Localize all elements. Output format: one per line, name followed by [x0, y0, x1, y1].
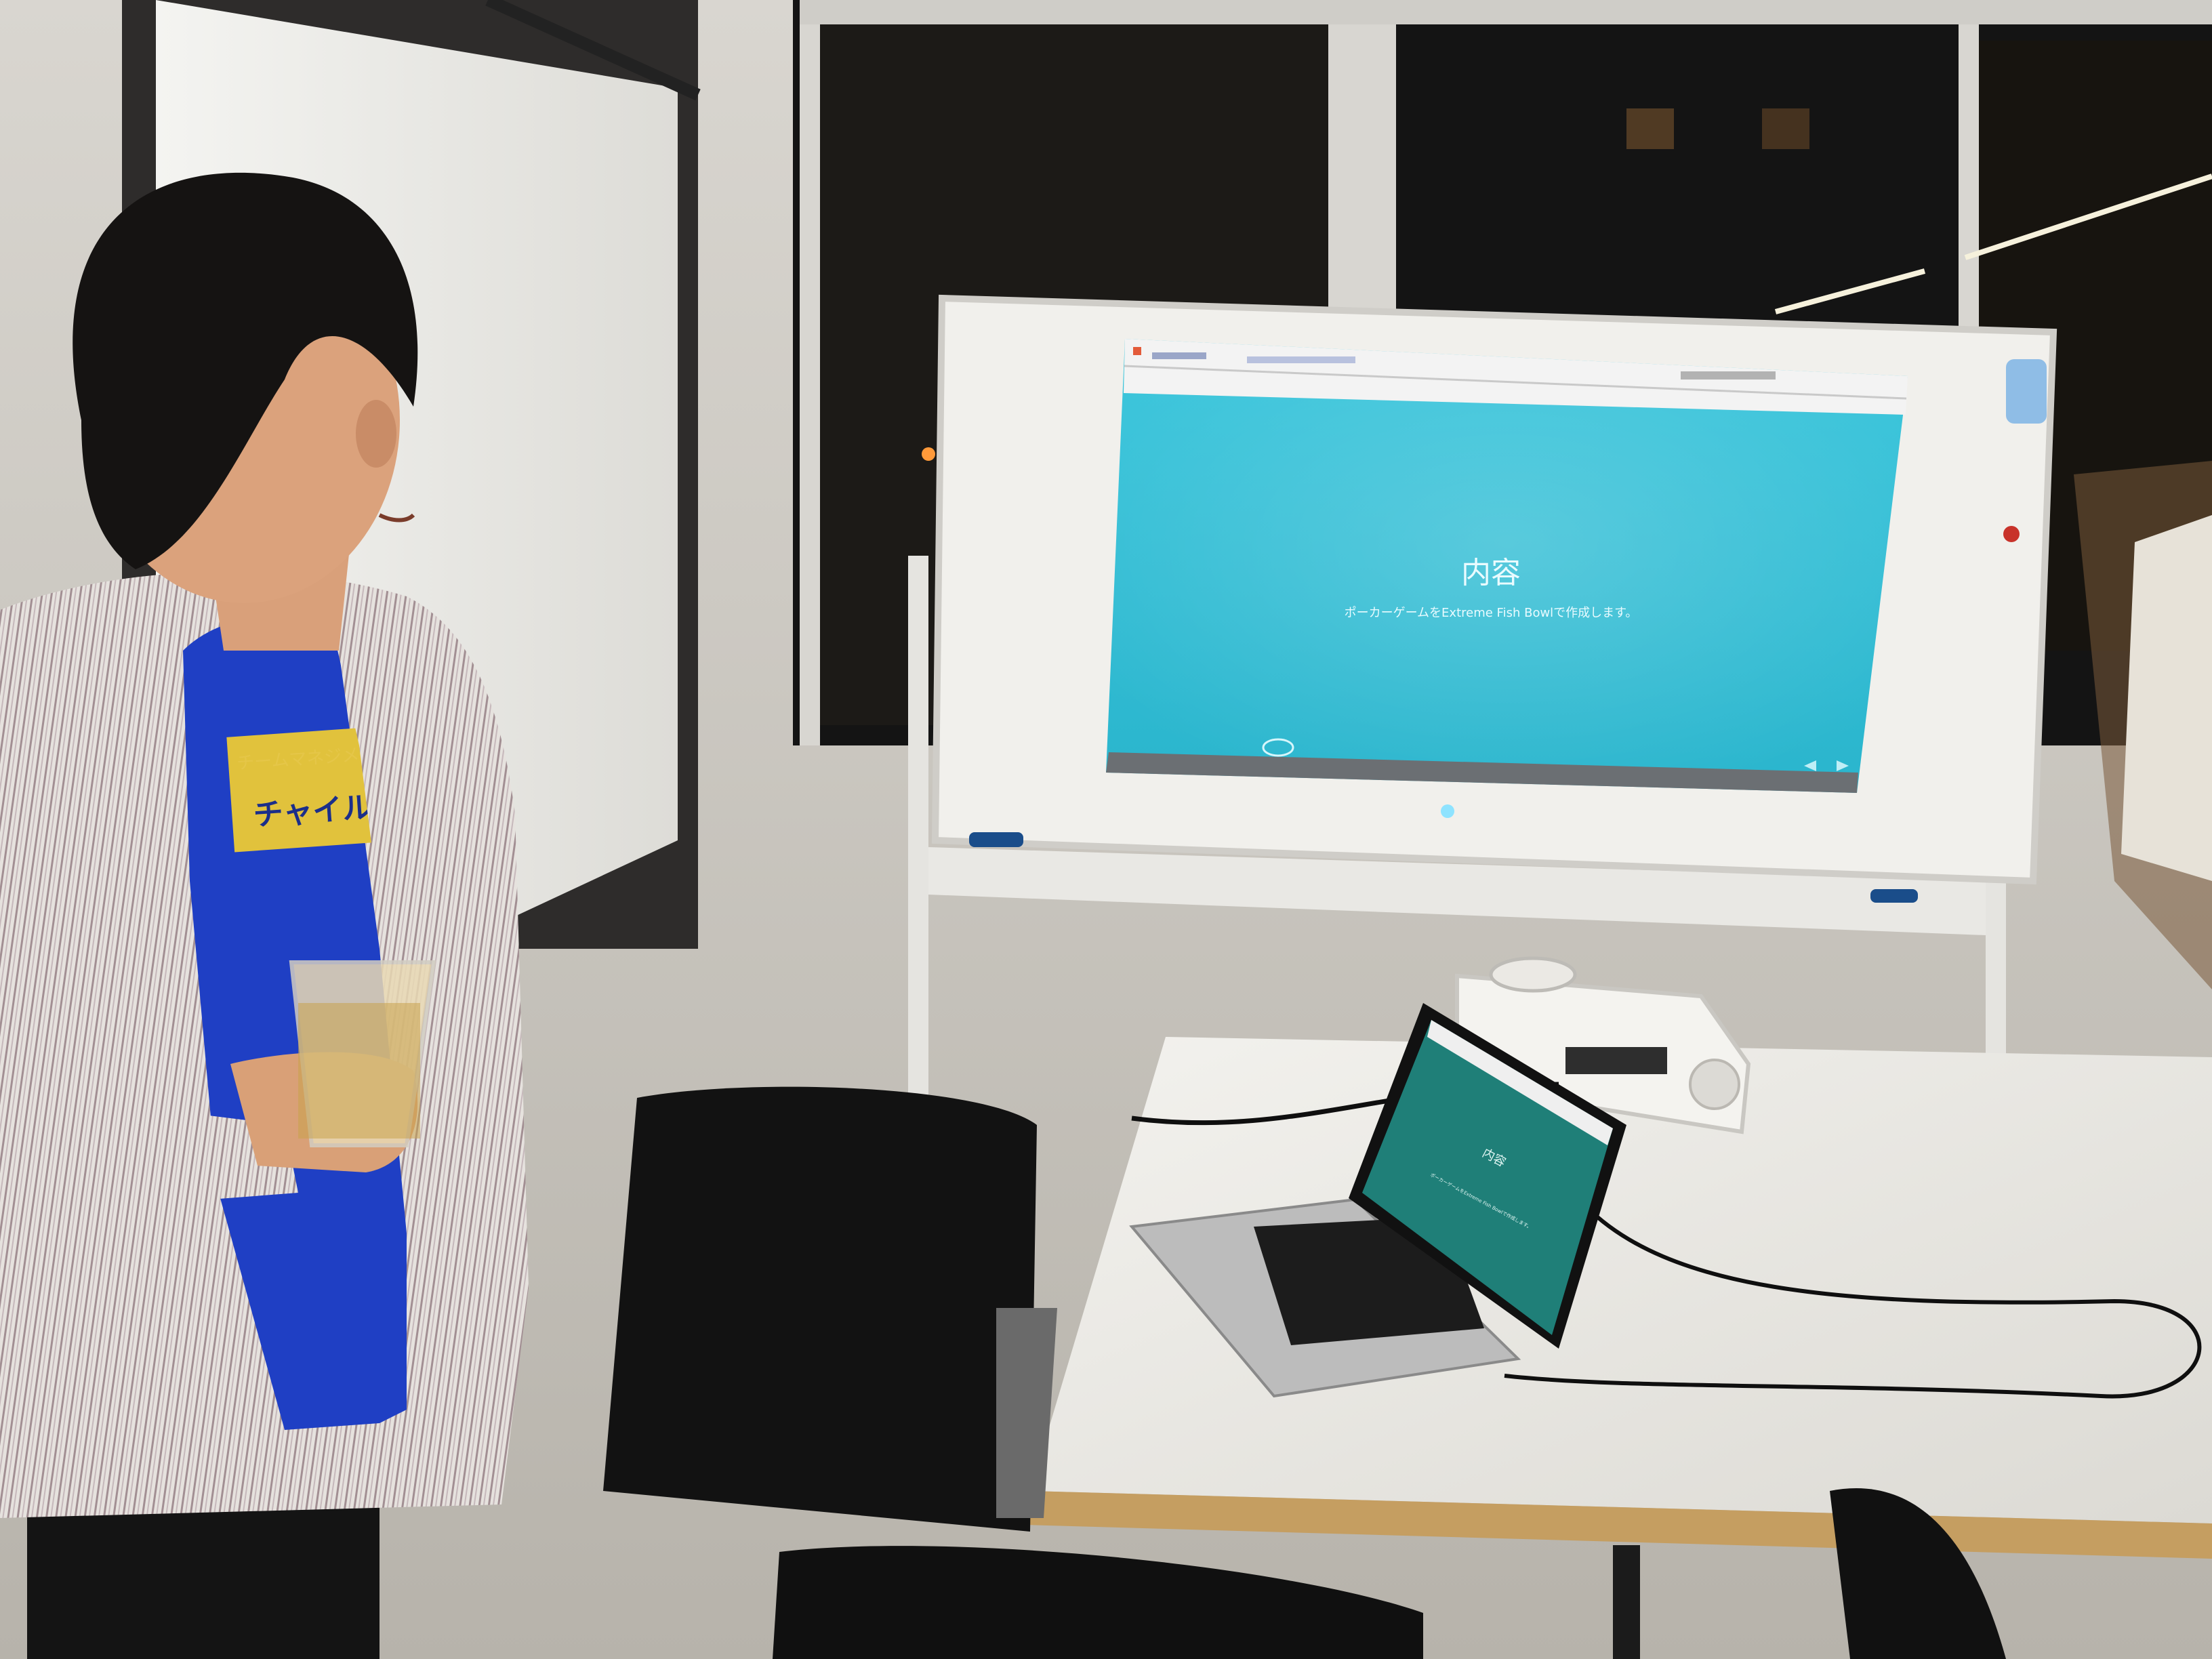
window-frame	[1328, 0, 1396, 319]
distant-light	[1762, 108, 1809, 149]
beer	[298, 1003, 420, 1139]
office-chair	[603, 1086, 1037, 1532]
projector-speaker	[1689, 1059, 1740, 1110]
window-pane-middle	[1396, 27, 1965, 339]
nose	[356, 400, 396, 468]
whiteboard-marker	[1870, 889, 1918, 903]
whiteboard-magnet	[2003, 526, 2020, 542]
projected-slide-title: 内容	[1461, 556, 1521, 590]
window-frame	[1959, 0, 1979, 380]
window-frame	[800, 0, 820, 745]
whiteboard-stand-left	[908, 556, 928, 1111]
projected-slide: 内容 ポーカーゲームをExtreme Fish Bowlで作成します。	[1106, 339, 1908, 793]
distant-light	[922, 447, 935, 461]
window-frame	[800, 0, 2212, 24]
table-leg	[1613, 1545, 1640, 1659]
hanging-coat	[2121, 515, 2212, 881]
scene-illustration: 内容 ポーカーゲームをExtreme Fish Bowlで作成します。 内容 ポ…	[0, 0, 2212, 1659]
distant-light	[1626, 108, 1674, 149]
projected-slide-subtitle: ポーカーゲームをExtreme Fish Bowlで作成します。	[1345, 606, 1638, 620]
browser-close-dot	[1133, 347, 1141, 355]
whiteboard-eraser	[2006, 359, 2047, 424]
projector-ports	[1565, 1047, 1667, 1074]
projection-glare	[1441, 804, 1454, 818]
photo-scene: 内容 ポーカーゲームをExtreme Fish Bowlで作成します。 内容 ポ…	[0, 0, 2212, 1659]
whiteboard-marker	[969, 832, 1023, 847]
